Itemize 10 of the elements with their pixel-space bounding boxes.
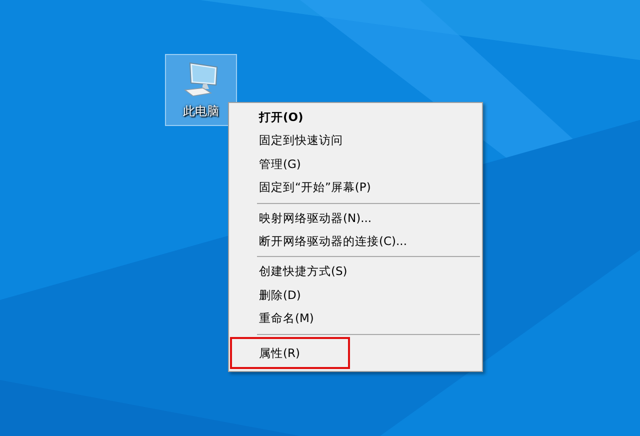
icon-label: 此电脑 (183, 103, 219, 120)
menu-item[interactable]: 重命名(M) (229, 307, 482, 331)
menu-item[interactable]: 创建快捷方式(S) (229, 260, 482, 284)
menu-item[interactable]: 属性(R) (231, 338, 349, 368)
menu-item[interactable]: 映射网络驱动器(N)... (229, 206, 482, 230)
menu-item[interactable]: 删除(D) (229, 284, 482, 308)
menu-item[interactable]: 断开网络驱动器的连接(C)... (229, 230, 482, 254)
menu-item[interactable]: 固定到快速访问 (229, 129, 482, 153)
menu-item[interactable]: 管理(G) (229, 152, 482, 176)
menu-item[interactable]: 固定到“开始”屏幕(P) (229, 176, 482, 200)
